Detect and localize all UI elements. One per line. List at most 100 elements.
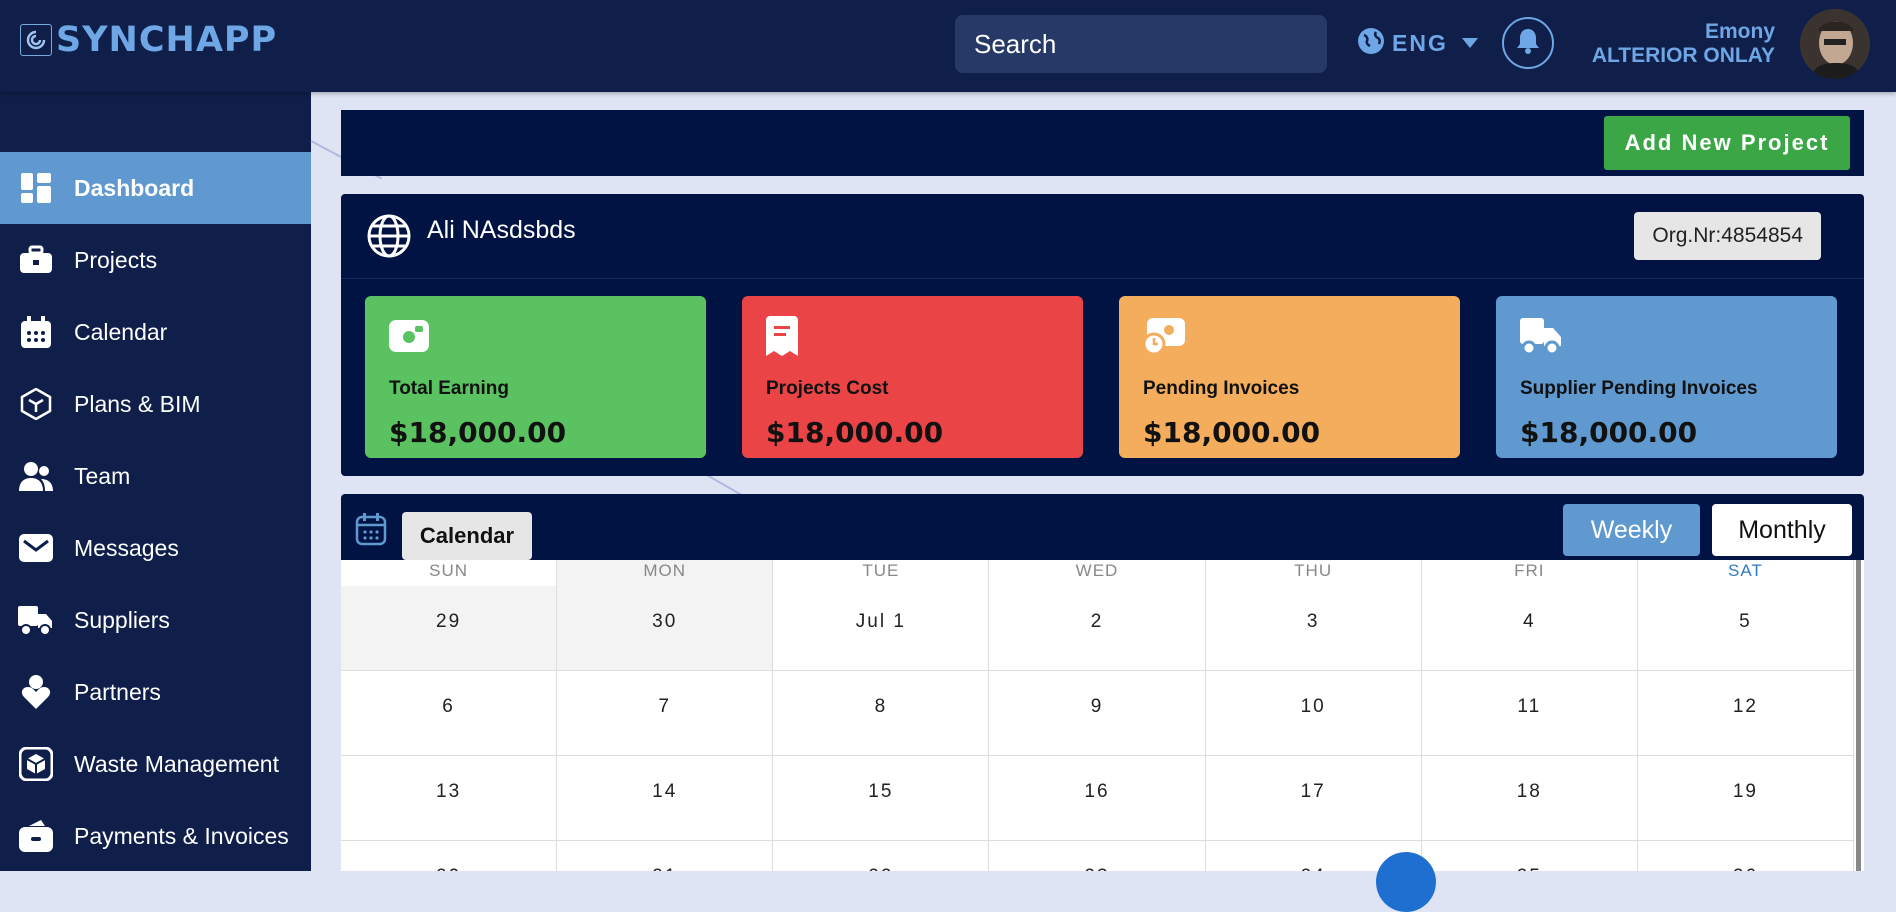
stat-card-pending-invoices[interactable]: Pending Invoices $18,000.00 bbox=[1119, 296, 1460, 458]
stat-card-total-earning[interactable]: Total Earning $18,000.00 bbox=[365, 296, 706, 458]
calendar-day-cell[interactable]: 13 bbox=[341, 756, 558, 840]
tab-calendar[interactable]: Calendar bbox=[402, 512, 532, 560]
bell-icon bbox=[1515, 27, 1541, 60]
sidebar-item-waste-management[interactable]: Waste Management bbox=[0, 728, 311, 800]
weekly-view-button[interactable]: Weekly bbox=[1563, 504, 1700, 556]
calendar-day-cell[interactable]: 19 bbox=[1638, 756, 1854, 840]
calendar-day-cell[interactable]: 2 bbox=[989, 586, 1206, 670]
sidebar-item-dashboard[interactable]: Dashboard bbox=[0, 152, 311, 224]
scrollbar-thumb[interactable] bbox=[1856, 560, 1861, 871]
monthly-view-button[interactable]: Monthly bbox=[1712, 504, 1852, 556]
stat-card-supplier-pending-invoices[interactable]: Supplier Pending Invoices $18,000.00 bbox=[1496, 296, 1837, 458]
sidebar-item-label: Suppliers bbox=[74, 606, 170, 633]
calendar-day-cell[interactable]: 29 bbox=[341, 586, 558, 670]
calendar-day-cell[interactable]: 9 bbox=[989, 671, 1206, 755]
globe-icon bbox=[1356, 26, 1386, 61]
calendar-day-cell[interactable]: 30 bbox=[557, 586, 774, 670]
team-icon bbox=[18, 458, 54, 494]
weekday-header: FRI bbox=[1422, 560, 1638, 586]
weekday-header: WED bbox=[989, 560, 1206, 586]
sidebar-item-projects[interactable]: Projects bbox=[0, 224, 311, 296]
sidebar-item-label: Plans & BIM bbox=[74, 390, 201, 417]
calendar-icon bbox=[355, 512, 387, 551]
calendar-day-cell[interactable]: 20 bbox=[341, 841, 558, 871]
partner-icon bbox=[18, 674, 54, 710]
logo-icon bbox=[20, 24, 52, 56]
stat-card-label: Supplier Pending Invoices bbox=[1520, 378, 1758, 399]
today-indicator[interactable] bbox=[1376, 852, 1436, 912]
language-selector[interactable]: ENG bbox=[1356, 26, 1478, 61]
calendar-day-cell[interactable]: 25 bbox=[1422, 841, 1638, 871]
user-info[interactable]: Emony ALTERIOR ONLAY bbox=[1592, 20, 1775, 68]
calendar-day-cell[interactable]: 21 bbox=[557, 841, 774, 871]
sidebar-item-label: Projects bbox=[74, 246, 158, 273]
sidebar-item-label: Partners bbox=[74, 678, 161, 705]
calendar-day-cell[interactable]: 18 bbox=[1422, 756, 1638, 840]
calendar-day-cell[interactable]: 10 bbox=[1206, 671, 1422, 755]
sidebar-item-label: Team bbox=[74, 462, 131, 489]
calendar-day-cell[interactable]: 23 bbox=[989, 841, 1206, 871]
calendar-week-row: 13 14 15 16 17 18 19 bbox=[341, 756, 1854, 841]
sidebar-item-suppliers[interactable]: Suppliers bbox=[0, 584, 311, 656]
stat-card-projects-cost[interactable]: Projects Cost $18,000.00 bbox=[742, 296, 1083, 458]
sidebar-item-label: Payments & Invoices bbox=[74, 822, 289, 849]
weekday-header: THU bbox=[1206, 560, 1422, 586]
search-box[interactable] bbox=[955, 15, 1327, 73]
weekday-header-row: SUN MON TUE WED THU FRI SAT bbox=[341, 560, 1854, 586]
calendar-day-cell[interactable]: 5 bbox=[1638, 586, 1854, 670]
calendar-day-cell[interactable]: 3 bbox=[1206, 586, 1422, 670]
calendar-day-cell[interactable]: 11 bbox=[1422, 671, 1638, 755]
calendar-day-cell[interactable]: 12 bbox=[1638, 671, 1854, 755]
logo-text: SYNCHAPP bbox=[56, 20, 278, 60]
stat-card-label: Total Earning bbox=[389, 378, 509, 399]
wallet-icon bbox=[389, 316, 429, 357]
stat-card-value: $18,000.00 bbox=[766, 416, 944, 449]
add-new-project-button[interactable]: Add New Project bbox=[1604, 116, 1850, 170]
calendar-day-cell[interactable]: 4 bbox=[1422, 586, 1638, 670]
stat-card-label: Projects Cost bbox=[766, 378, 889, 399]
company-header: Ali NAsdsbds Org.Nr:4854854 bbox=[341, 194, 1864, 279]
sidebar-item-label: Messages bbox=[74, 534, 179, 561]
sidebar-item-team[interactable]: Team bbox=[0, 440, 311, 512]
sidebar: Dashboard Projects Calendar Plans & BIM … bbox=[0, 92, 311, 871]
wallet-icon bbox=[18, 818, 54, 854]
calendar-day-cell[interactable]: 7 bbox=[557, 671, 774, 755]
calendar-day-cell[interactable]: 17 bbox=[1206, 756, 1422, 840]
calendar-icon bbox=[18, 314, 54, 350]
calendar-day-cell[interactable]: 16 bbox=[989, 756, 1206, 840]
briefcase-icon bbox=[18, 242, 54, 278]
globe-icon bbox=[367, 214, 411, 263]
stat-card-value: $18,000.00 bbox=[389, 416, 567, 449]
notifications-button[interactable] bbox=[1502, 17, 1554, 69]
calendar-day-cell[interactable]: 14 bbox=[557, 756, 774, 840]
sidebar-item-payments-invoices[interactable]: Payments & Invoices bbox=[0, 800, 311, 872]
calendar-day-cell[interactable]: 26 bbox=[1638, 841, 1854, 871]
calendar-week-row: 20 21 22 23 24 25 26 bbox=[341, 841, 1854, 871]
weekday-header: SUN bbox=[341, 560, 558, 586]
calendar-week-row: 6 7 8 9 10 11 12 bbox=[341, 671, 1854, 756]
top-header: SYNCHAPP ENG Emony ALTERIOR ONLAY bbox=[0, 0, 1896, 92]
sidebar-item-plans-bim[interactable]: Plans & BIM bbox=[0, 368, 311, 440]
calendar-day-cell[interactable]: 8 bbox=[773, 671, 990, 755]
truck-icon bbox=[1520, 316, 1562, 361]
weekday-header: SAT bbox=[1638, 560, 1854, 586]
calendar-day-cell[interactable]: Jul 1 bbox=[773, 586, 990, 670]
app-logo[interactable]: SYNCHAPP bbox=[20, 20, 277, 60]
company-panel: Ali NAsdsbds Org.Nr:4854854 Total Earnin… bbox=[341, 194, 1864, 476]
sidebar-item-messages[interactable]: Messages bbox=[0, 512, 311, 584]
dashboard-icon bbox=[18, 170, 54, 206]
calendar-scrollbar[interactable] bbox=[1854, 560, 1864, 871]
weekday-header: MON bbox=[557, 560, 774, 586]
stat-card-label: Pending Invoices bbox=[1143, 378, 1300, 399]
search-input[interactable] bbox=[972, 27, 1310, 61]
company-name: Ali NAsdsbds bbox=[427, 216, 576, 244]
avatar[interactable] bbox=[1800, 9, 1870, 79]
sidebar-item-calendar[interactable]: Calendar bbox=[0, 296, 311, 368]
org-number-badge: Org.Nr:4854854 bbox=[1634, 212, 1821, 260]
calendar-day-cell[interactable]: 22 bbox=[773, 841, 990, 871]
cube-icon bbox=[18, 386, 54, 422]
sidebar-item-partners[interactable]: Partners bbox=[0, 656, 311, 728]
user-organization: ALTERIOR ONLAY bbox=[1591, 44, 1775, 67]
calendar-day-cell[interactable]: 6 bbox=[341, 671, 558, 755]
calendar-day-cell[interactable]: 15 bbox=[773, 756, 990, 840]
